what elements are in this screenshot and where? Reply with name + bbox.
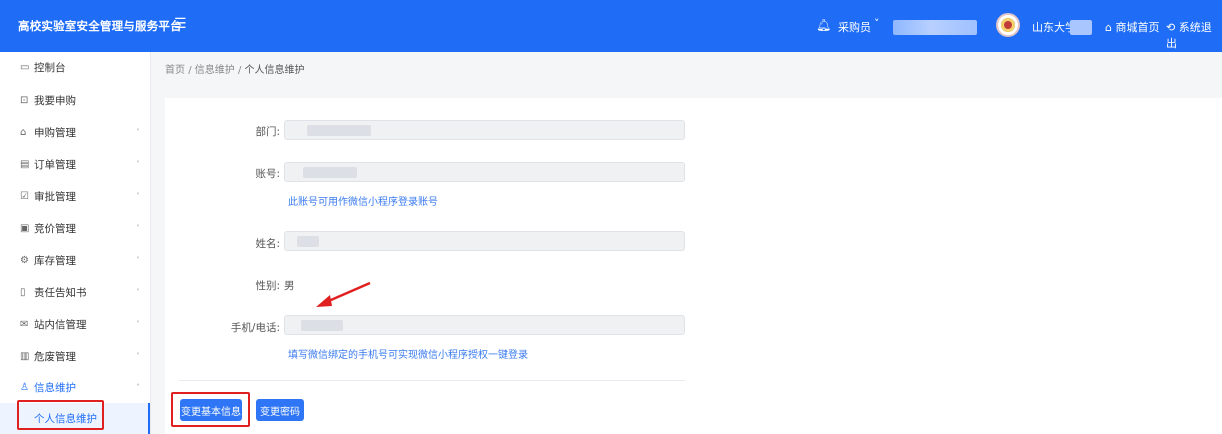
sidebar-item-purchase-request[interactable]: ⊡ 我要申购 — [0, 85, 150, 116]
name-field — [284, 231, 685, 251]
role-label[interactable]: 采购员 — [838, 19, 871, 35]
phone-field[interactable] — [284, 315, 685, 335]
redacted-value — [303, 167, 357, 178]
sidebar-item-label: 信息维护 — [34, 382, 76, 394]
document-icon: ▯ — [20, 287, 26, 298]
chevron-down-icon: ˅ — [136, 160, 140, 169]
school-logo-avatar[interactable] — [996, 13, 1020, 37]
breadcrumb-separator: / — [237, 65, 242, 76]
logout-link[interactable]: ⟲ 系统退出 — [1166, 19, 1222, 51]
redacted-value — [297, 236, 319, 247]
mall-home-link[interactable]: ⌂ 商城首页 — [1105, 19, 1159, 35]
breadcrumb-current: 个人信息维护 — [244, 65, 305, 76]
logout-icon: ⟲ — [1166, 21, 1179, 34]
menu-fold-icon[interactable]: ☰ — [174, 17, 187, 31]
redacted-username — [1070, 20, 1092, 35]
divider — [179, 380, 685, 381]
sidebar-item-info-maintenance[interactable]: ♙ 信息维护 ˄ — [0, 372, 150, 403]
chevron-down-icon: ˅ — [136, 224, 140, 233]
waste-icon: ▥ — [20, 351, 30, 362]
sidebar-item-label: 控制台 — [34, 62, 66, 74]
sidebar-item-hazardous-waste[interactable]: ▥ 危废管理 ˅ — [0, 341, 150, 372]
gender-label: 性别: — [255, 280, 280, 292]
sidebar-item-dashboard[interactable]: ▭ 控制台 — [0, 52, 150, 83]
phone-label: 手机/电话: — [230, 322, 280, 334]
redacted-value — [307, 125, 371, 136]
redacted-value — [301, 320, 343, 331]
chevron-down-icon: ˅ — [136, 256, 140, 265]
sidebar-item-label: 申购管理 — [34, 127, 76, 139]
home-icon: ⌂ — [1105, 21, 1116, 34]
account-field — [284, 162, 685, 182]
sidebar-item-bidding[interactable]: ▣ 竞价管理 ˅ — [0, 213, 150, 244]
breadcrumb-parent[interactable]: 信息维护 — [195, 65, 235, 76]
user-icon: ♙ — [20, 382, 29, 393]
chevron-down-icon[interactable]: ˅ — [874, 17, 880, 30]
sidebar: ▭ 控制台 ⊡ 我要申购 ⌂ 申购管理 ˅ ▤ 订单管理 ˅ ☑ 审批管理 ˅ … — [0, 52, 151, 434]
inventory-icon: ⚙ — [20, 255, 29, 266]
account-label: 账号: — [255, 168, 280, 180]
sidebar-item-orders[interactable]: ▤ 订单管理 ˅ — [0, 149, 150, 180]
change-password-button[interactable]: 变更密码 — [256, 399, 304, 421]
cart-icon: ⊡ — [20, 95, 29, 106]
sidebar-item-label: 审批管理 — [34, 191, 76, 203]
gender-value: 男 — [284, 280, 295, 292]
sidebar-item-label: 库存管理 — [34, 255, 76, 267]
redacted-field — [893, 20, 977, 35]
annotation-highlight-box — [17, 400, 104, 430]
chevron-down-icon: ˅ — [136, 192, 140, 201]
breadcrumb-home[interactable]: 首页 — [165, 65, 185, 76]
annotation-arrow-icon — [316, 281, 371, 307]
mall-home-label: 商城首页 — [1115, 21, 1160, 34]
app-title: 高校实验室安全管理与服务平台 — [18, 19, 182, 33]
sidebar-item-inventory[interactable]: ⚙ 库存管理 ˅ — [0, 245, 150, 276]
department-field — [284, 120, 685, 140]
name-label: 姓名: — [255, 238, 280, 250]
chevron-down-icon: ˅ — [136, 288, 140, 297]
top-navbar: 高校实验室安全管理与服务平台 ☰ 🔔︎ 采购员 ˅ 山东大学- ⌂ 商城首页 ⟲… — [0, 0, 1222, 52]
department-label: 部门: — [255, 126, 280, 138]
annotation-highlight-box — [171, 392, 250, 427]
sidebar-item-label: 订单管理 — [34, 159, 76, 171]
sidebar-item-purchase-management[interactable]: ⌂ 申购管理 ˅ — [0, 117, 150, 148]
chevron-down-icon: ˅ — [136, 352, 140, 361]
phone-hint: 填写微信绑定的手机号可实现微信小程序授权一键登录 — [288, 350, 528, 361]
sidebar-item-label: 站内信管理 — [34, 319, 87, 331]
chevron-up-icon: ˄ — [136, 383, 140, 392]
sidebar-item-label: 责任告知书 — [34, 287, 87, 299]
sidebar-item-messages[interactable]: ✉ 站内信管理 ˅ — [0, 309, 150, 340]
chevron-down-icon: ˅ — [136, 128, 140, 137]
bidding-icon: ▣ — [20, 223, 30, 234]
chevron-down-icon: ˅ — [136, 320, 140, 329]
sidebar-item-label: 竞价管理 — [34, 223, 76, 235]
breadcrumb-separator: / — [188, 65, 192, 76]
order-icon: ▤ — [20, 159, 30, 170]
sidebar-item-label: 我要申购 — [34, 95, 76, 107]
mail-icon: ✉ — [20, 319, 29, 330]
breadcrumb: 首页 / 信息维护 / 个人信息维护 — [165, 61, 305, 76]
bag-icon: ⌂ — [20, 127, 27, 138]
form-panel — [165, 98, 1222, 434]
sidebar-item-responsibility-notice[interactable]: ▯ 责任告知书 ˅ — [0, 277, 150, 308]
monitor-icon: ▭ — [20, 62, 30, 73]
sidebar-item-approval[interactable]: ☑ 审批管理 ˅ — [0, 181, 150, 212]
sidebar-item-label: 危废管理 — [34, 351, 76, 363]
account-hint: 此账号可用作微信小程序登录账号 — [288, 197, 438, 208]
approval-icon: ☑ — [20, 191, 29, 202]
bell-icon[interactable]: 🔔︎ — [816, 18, 831, 32]
